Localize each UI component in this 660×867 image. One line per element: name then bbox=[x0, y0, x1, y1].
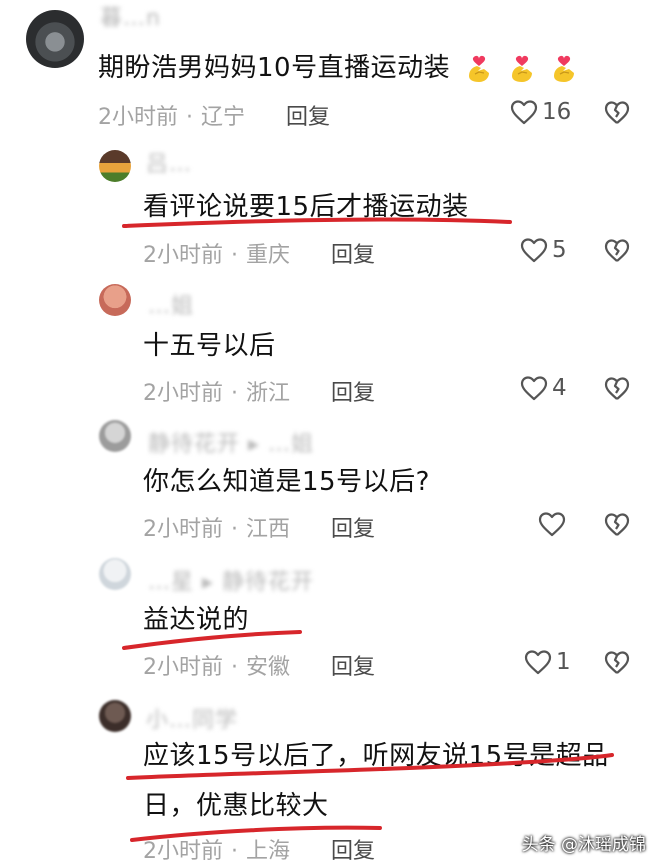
comment-text-line-1: 应该15号以后了，听网友说15号是超品 bbox=[143, 741, 609, 771]
comment-4: 静待花开 ▸ …姐 你怎么知道是15号以后? 2小时前 · 江西 回复 bbox=[0, 418, 660, 556]
comment-author[interactable]: …星 ▸ 静待花开 bbox=[148, 564, 314, 596]
reply-button[interactable]: 回复 bbox=[286, 99, 330, 131]
comment-text: 期盼浩男妈妈10号直播运动装 bbox=[98, 46, 578, 90]
comment-meta: 2小时前 · 浙江 bbox=[143, 375, 290, 407]
like-button[interactable] bbox=[538, 511, 570, 537]
separator: · bbox=[231, 243, 238, 268]
comment-region: 江西 bbox=[246, 517, 291, 542]
comment-time: 2小时前 bbox=[143, 517, 223, 542]
separator: · bbox=[231, 839, 238, 864]
separator: · bbox=[231, 517, 238, 542]
heart-outline-icon bbox=[510, 100, 538, 125]
avatar[interactable] bbox=[99, 284, 131, 316]
avatar[interactable] bbox=[26, 10, 84, 68]
comment-region: 安徽 bbox=[246, 655, 291, 680]
broken-heart-icon bbox=[604, 513, 630, 536]
comment-2: 吕… 看评论说要15后才播运动装 2小时前 · 重庆 回复 5 bbox=[0, 140, 660, 280]
comment-time: 2小时前 bbox=[143, 243, 223, 268]
avatar[interactable] bbox=[99, 150, 131, 182]
reply-button[interactable]: 回复 bbox=[331, 237, 375, 269]
like-button[interactable]: 1 bbox=[524, 649, 571, 675]
comment-meta: 2小时前 · 上海 bbox=[143, 833, 290, 865]
comment-3: …姐 十五号以后 2小时前 · 浙江 回复 4 bbox=[0, 280, 660, 418]
comment-text: 看评论说要15后才播运动装 bbox=[143, 192, 469, 222]
comment-meta: 2小时前 · 江西 bbox=[143, 511, 290, 543]
dislike-button[interactable] bbox=[604, 376, 630, 401]
comment-author[interactable]: 静待花开 ▸ …姐 bbox=[148, 426, 314, 458]
comment-meta: 2小时前 · 辽宁 bbox=[98, 99, 245, 131]
comment-region: 上海 bbox=[246, 839, 291, 864]
broken-heart-icon bbox=[604, 651, 630, 674]
comment-region: 浙江 bbox=[246, 381, 291, 406]
comment-1: 暮…n 期盼浩男妈妈10号直播运动装 2小时前 · 辽宁 回复 16 bbox=[0, 0, 660, 140]
heart-outline-icon bbox=[520, 376, 548, 401]
avatar[interactable] bbox=[99, 558, 131, 590]
comment-author[interactable]: 暮…n bbox=[100, 0, 161, 32]
broken-heart-icon bbox=[604, 101, 630, 124]
dislike-button[interactable] bbox=[604, 512, 630, 537]
like-button[interactable]: 4 bbox=[520, 375, 567, 401]
finger-heart-emoji-icon bbox=[511, 55, 532, 82]
broken-heart-icon bbox=[604, 377, 630, 400]
separator: · bbox=[231, 655, 238, 680]
avatar[interactable] bbox=[99, 700, 131, 732]
dislike-button[interactable] bbox=[604, 100, 630, 125]
heart-outline-icon bbox=[538, 512, 566, 537]
finger-heart-emoji-icon bbox=[554, 55, 575, 82]
comment-region: 辽宁 bbox=[201, 105, 246, 130]
comment-time: 2小时前 bbox=[143, 839, 223, 864]
comment-author[interactable]: 小…同学 bbox=[146, 702, 238, 734]
reply-button[interactable]: 回复 bbox=[331, 511, 375, 543]
finger-heart-emoji-icon bbox=[468, 55, 489, 82]
comment-time: 2小时前 bbox=[98, 105, 178, 130]
watermark: 头条 @沐瑶成锦 bbox=[521, 835, 646, 855]
comment-text: 你怎么知道是15号以后? bbox=[143, 467, 430, 497]
comment-meta: 2小时前 · 重庆 bbox=[143, 237, 290, 269]
comment-time: 2小时前 bbox=[143, 381, 223, 406]
dislike-button[interactable] bbox=[604, 650, 630, 675]
heart-outline-icon bbox=[520, 238, 548, 263]
comment-author[interactable]: 吕… bbox=[146, 146, 192, 178]
broken-heart-icon bbox=[604, 239, 630, 262]
avatar[interactable] bbox=[99, 420, 131, 452]
reply-button[interactable]: 回复 bbox=[331, 649, 375, 681]
reply-button[interactable]: 回复 bbox=[331, 375, 375, 407]
separator: · bbox=[231, 381, 238, 406]
comment-time: 2小时前 bbox=[143, 655, 223, 680]
heart-outline-icon bbox=[524, 650, 552, 675]
like-count: 4 bbox=[552, 375, 567, 401]
like-count: 1 bbox=[556, 649, 571, 675]
comment-meta: 2小时前 · 安徽 bbox=[143, 649, 290, 681]
comment-text: 十五号以后 bbox=[143, 331, 276, 361]
comment-author[interactable]: …姐 bbox=[148, 288, 194, 320]
like-count: 16 bbox=[542, 99, 572, 125]
like-button[interactable]: 16 bbox=[510, 99, 571, 125]
comment-region: 重庆 bbox=[246, 243, 291, 268]
like-button[interactable]: 5 bbox=[520, 237, 567, 263]
comment-text-line-2: 日，优惠比较大 bbox=[143, 791, 329, 821]
comment-5: …星 ▸ 静待花开 益达说的 2小时前 · 安徽 回复 1 bbox=[0, 556, 660, 696]
like-count: 5 bbox=[552, 237, 567, 263]
comment-text: 益达说的 bbox=[143, 605, 250, 635]
dislike-button[interactable] bbox=[604, 238, 630, 263]
separator: · bbox=[186, 105, 193, 130]
reply-button[interactable]: 回复 bbox=[331, 833, 375, 865]
